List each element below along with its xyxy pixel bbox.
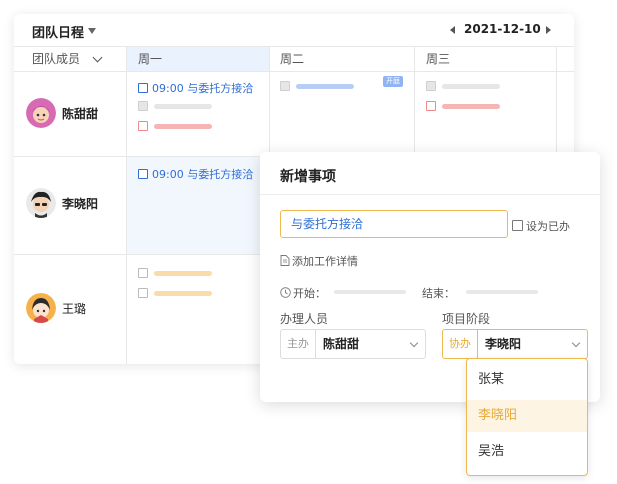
caret-down-icon[interactable] [88,28,96,34]
member-name: 王璐 [62,302,87,316]
chevron-down-icon [92,52,103,63]
day-header-tue: 周二 [280,52,305,66]
divider [14,254,260,255]
status-badge: 开庭 [383,76,403,87]
task-bar [154,271,212,276]
caret-right-icon[interactable] [546,26,551,34]
divider [556,47,557,157]
checkbox[interactable] [138,288,148,298]
task-placeholder[interactable] [426,101,526,111]
member-name: 李晓阳 [62,197,99,211]
add-detail-link[interactable]: 添加工作详情 [280,253,358,269]
clock-icon [280,287,291,298]
checkbox[interactable] [426,81,436,91]
assignee-dropdown: 张某 李晓阳 吴浩 [466,358,588,476]
stage-label: 项目阶段 [442,312,491,326]
avatar [26,293,56,323]
task-placeholder[interactable] [138,288,228,298]
checkbox[interactable] [426,101,436,111]
task-item[interactable]: 09:00 与委托方接洽 [138,166,253,182]
avatar [26,98,56,128]
end-time-field[interactable] [466,290,538,294]
add-detail-label: 添加工作详情 [292,255,358,268]
task-bar [154,104,212,109]
divider [14,156,260,157]
task-bar [296,84,354,89]
schedule-title: 团队日程 [32,26,85,41]
main-assignee-value: 陈甜甜 [323,337,360,351]
start-time-field[interactable] [334,290,406,294]
mark-done-label: 设为已办 [526,220,570,233]
checkbox[interactable] [138,169,148,179]
task-label: 09:00 与委托方接洽 [152,168,254,181]
divider [14,71,574,72]
divider [260,194,600,195]
end-time-label: 结束： [422,287,455,300]
day-header-wed: 周三 [426,52,451,66]
item-title-input[interactable]: 与委托方接洽 [280,210,508,238]
task-placeholder[interactable] [138,268,228,278]
schedule-header: 团队日程 2021-12-10 [14,14,574,46]
dropdown-option-selected[interactable]: 李晓阳 [467,400,587,432]
mark-done-checkbox[interactable] [512,220,523,231]
task-item[interactable]: 09:00 与委托方接洽 [138,80,253,96]
task-placeholder[interactable] [138,121,228,131]
divider [126,47,127,364]
main-prefix: 主办 [281,330,316,358]
chevron-down-icon [571,338,581,348]
start-time-label: 开始： [280,285,326,301]
document-icon [280,255,290,266]
main-assignee-select[interactable]: 主办 陈甜甜 [280,329,426,359]
dropdown-option[interactable]: 张某 [467,364,587,396]
task-placeholder[interactable] [138,101,228,111]
assist-prefix: 协办 [443,330,478,358]
divider [414,47,415,157]
chevron-down-icon [409,338,419,348]
member-name: 陈甜甜 [62,107,99,121]
task-placeholder[interactable] [426,81,526,91]
date-navigator: 2021-12-10 [450,22,570,38]
assist-assignee-select[interactable]: 协办 李晓阳 [442,329,588,359]
assignee-label: 办理人员 [280,312,329,326]
task-bar [154,124,212,129]
member-header-label: 团队成员 [32,52,81,66]
dropdown-option[interactable]: 吴浩 [467,436,587,468]
caret-left-icon[interactable] [450,26,455,34]
task-bar [442,104,500,109]
start-label-text: 开始： [293,287,326,300]
checkbox[interactable] [138,268,148,278]
task-label: 09:00 与委托方接洽 [152,82,254,95]
checkbox[interactable] [138,121,148,131]
divider [269,47,270,157]
panel-title: 新增事项 [280,169,336,185]
task-bar [442,84,500,89]
day-header-mon: 周一 [138,52,163,66]
assist-assignee-value: 李晓阳 [485,337,522,351]
checkbox[interactable] [138,83,148,93]
checkbox[interactable] [280,81,290,91]
task-bar [154,291,212,296]
avatar [26,188,56,218]
current-date: 2021-12-10 [464,22,541,36]
checkbox[interactable] [138,101,148,111]
member-column-header[interactable]: 团队成员 [32,47,122,71]
